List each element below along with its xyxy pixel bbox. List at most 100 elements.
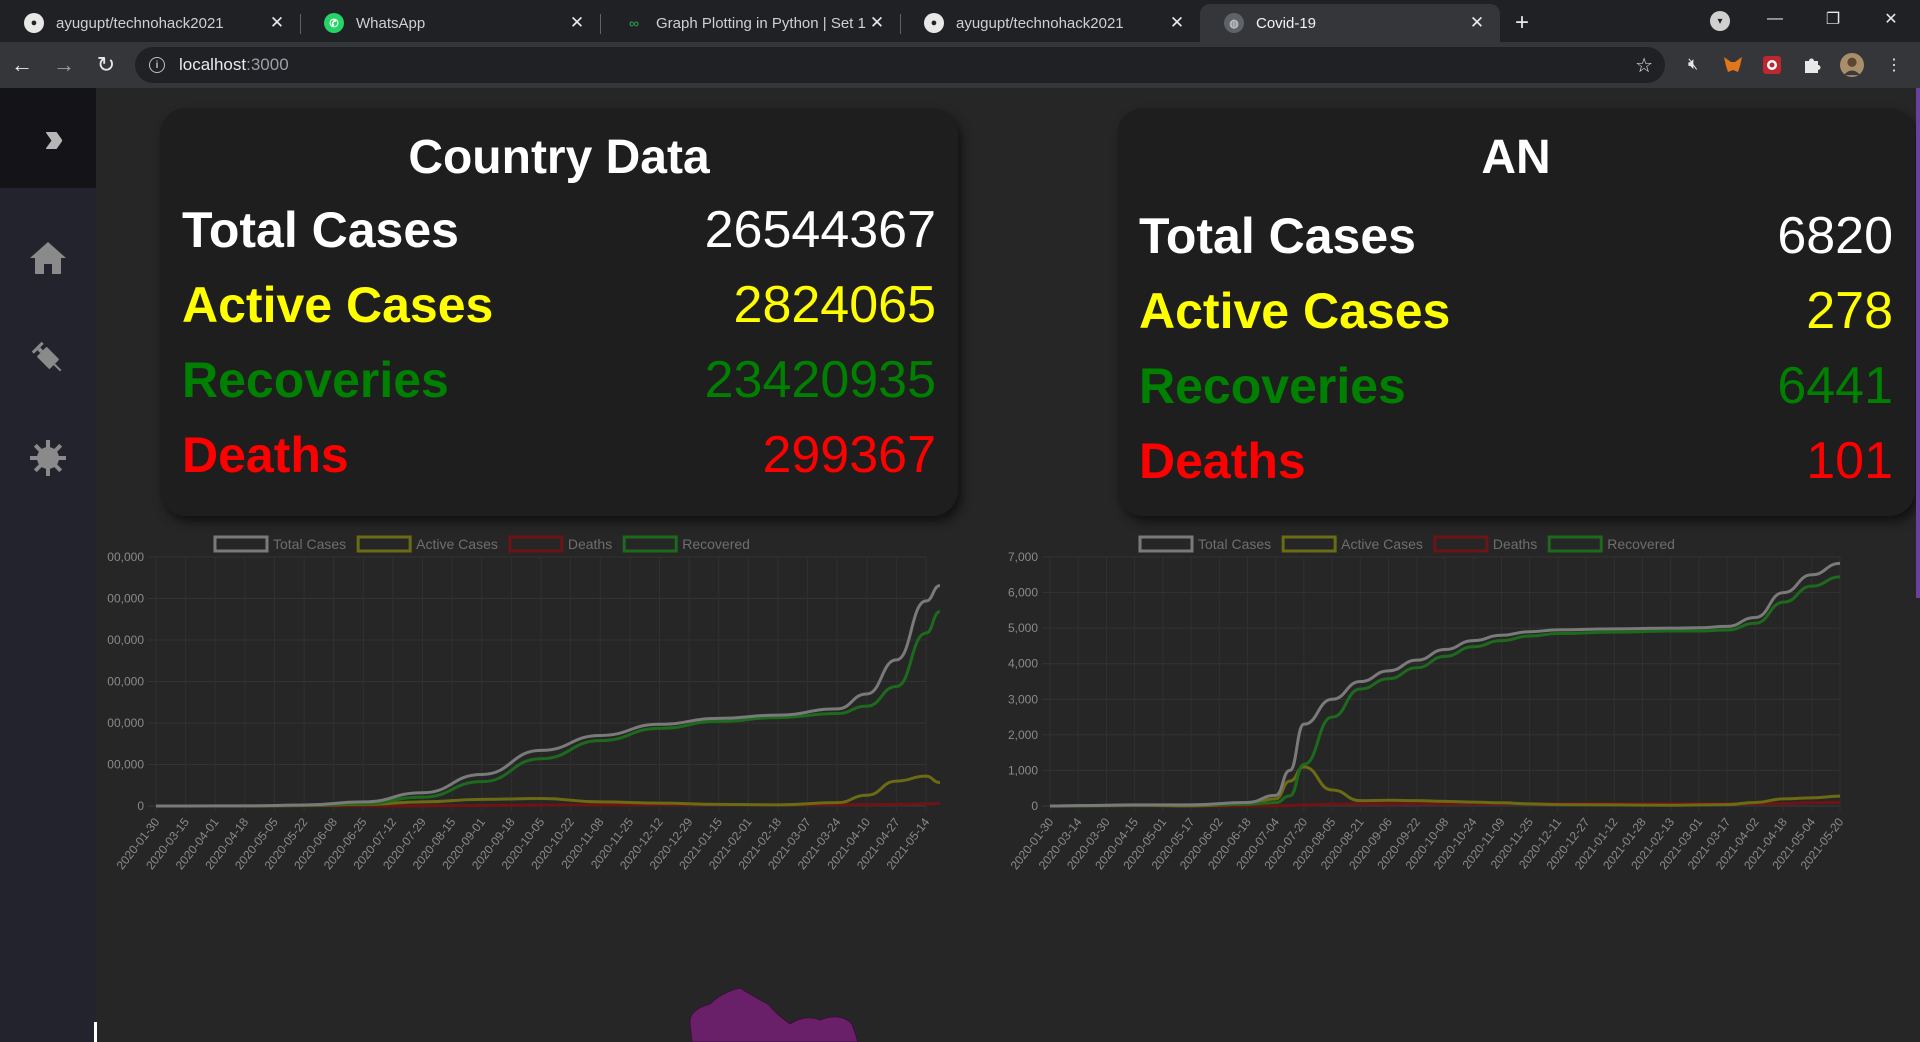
- legend-swatch[interactable]: [1433, 535, 1489, 553]
- deaths-row: Deaths 101: [1139, 430, 1893, 492]
- github-icon: ●: [924, 13, 944, 33]
- metamask-icon[interactable]: [1721, 53, 1745, 77]
- legend-label[interactable]: Recovered: [1607, 536, 1675, 552]
- legend-swatch[interactable]: [356, 535, 412, 553]
- legend-swatch[interactable]: [1547, 535, 1603, 553]
- y-tick-label: 00,000: [107, 633, 144, 647]
- legend-swatch[interactable]: [1281, 535, 1337, 553]
- y-tick-label: 6,000: [1008, 586, 1038, 600]
- y-tick-label: 00,000: [107, 716, 144, 730]
- browser-tab-active[interactable]: ◍ Covid-19 ✕: [1200, 4, 1500, 42]
- page: ››› Country Data Total Cases 26544367 Ac…: [0, 88, 1920, 1042]
- reload-icon[interactable]: ↻: [86, 45, 126, 85]
- browser-tab[interactable]: ∞ Graph Plotting in Python | Set 1 - ✕: [600, 4, 900, 42]
- browser-tab[interactable]: ✆ WhatsApp ✕: [300, 4, 600, 42]
- forward-icon[interactable]: →: [44, 45, 84, 85]
- tab-strip: ● ayugupt/technohack2021 ✕ ✆ WhatsApp ✕ …: [0, 0, 1920, 42]
- info-icon[interactable]: i: [149, 57, 165, 73]
- geeksforgeeks-icon: ∞: [629, 15, 639, 31]
- deaths-value: 299367: [762, 426, 936, 484]
- active-cases-label: Active Cases: [182, 277, 494, 333]
- legend-label[interactable]: Total Cases: [273, 536, 346, 552]
- side-navigation: ›››: [0, 88, 96, 1042]
- y-tick-label: 7,000: [1008, 550, 1038, 564]
- y-tick-label: 2,000: [1008, 728, 1038, 742]
- text-cursor-marker: [94, 1022, 97, 1042]
- y-tick-label: 00,000: [107, 550, 144, 564]
- legend-swatch[interactable]: [508, 535, 564, 553]
- total-cases-label: Total Cases: [182, 202, 459, 258]
- avatar[interactable]: [1840, 53, 1864, 77]
- legend-label[interactable]: Total Cases: [1198, 536, 1271, 552]
- browser-tab[interactable]: ● ayugupt/technohack2021 ✕: [900, 4, 1200, 42]
- syringe-icon[interactable]: [24, 334, 72, 382]
- y-tick-label: 00,000: [107, 675, 144, 689]
- back-icon[interactable]: ←: [2, 45, 42, 85]
- legend-label[interactable]: Deaths: [568, 536, 612, 552]
- y-tick-label: 0: [137, 799, 144, 813]
- recoveries-value: 23420935: [704, 351, 936, 409]
- tab-title: WhatsApp: [356, 14, 426, 32]
- home-icon[interactable]: [24, 234, 72, 282]
- total-cases-row: Total Cases 26544367: [182, 199, 936, 261]
- legend-label[interactable]: Active Cases: [416, 536, 498, 552]
- country-line-chart[interactable]: 000,00000,00000,00000,00000,00000,000202…: [96, 528, 960, 1042]
- y-tick-label: 4,000: [1008, 657, 1038, 671]
- legend-label[interactable]: Recovered: [682, 536, 750, 552]
- minimize-icon[interactable]: —: [1746, 0, 1804, 38]
- close-icon[interactable]: ✕: [566, 13, 588, 33]
- deaths-value: 101: [1806, 432, 1893, 490]
- legend-label[interactable]: Active Cases: [1341, 536, 1423, 552]
- window-close-icon[interactable]: ✕: [1862, 0, 1920, 38]
- browser-tab[interactable]: ● ayugupt/technohack2021 ✕: [0, 4, 300, 42]
- double-chevron-right-icon[interactable]: ›››: [0, 88, 96, 188]
- recoveries-row: Recoveries 6441: [1139, 355, 1893, 417]
- state-map-shape[interactable]: [680, 984, 900, 1042]
- tab-title: ayugupt/technohack2021: [956, 14, 1124, 32]
- browser-toolbar: ← → ↻ i localhost:3000 ☆ 🔇︎ ⋮: [0, 42, 1920, 88]
- tab-title: Graph Plotting in Python | Set 1 -: [656, 14, 866, 32]
- y-tick-label: 0: [1031, 799, 1038, 813]
- globe-icon: ◍: [1224, 13, 1244, 33]
- deaths-row: Deaths 299367: [182, 424, 936, 486]
- puzzle-icon[interactable]: [1800, 53, 1824, 77]
- close-icon[interactable]: ✕: [1466, 13, 1488, 33]
- recoveries-label: Recoveries: [182, 352, 449, 408]
- active-cases-value: 2824065: [733, 276, 936, 334]
- legend-swatch[interactable]: [1138, 535, 1194, 553]
- recoveries-row: Recoveries 23420935: [182, 349, 936, 411]
- total-cases-label: Total Cases: [1139, 208, 1416, 264]
- url-text: localhost:3000: [179, 55, 289, 74]
- state-line-chart[interactable]: 01,0002,0003,0004,0005,0006,0007,0002020…: [990, 528, 1854, 1042]
- close-icon[interactable]: ✕: [866, 13, 888, 33]
- close-icon[interactable]: ✕: [1166, 13, 1188, 33]
- total-cases-row: Total Cases 6820: [1139, 205, 1893, 267]
- new-tab-button[interactable]: +: [1500, 4, 1544, 42]
- menu-kebab-icon[interactable]: ⋮: [1882, 53, 1906, 77]
- recoveries-value: 6441: [1777, 357, 1893, 415]
- extension-icon[interactable]: [1760, 53, 1784, 77]
- legend-label[interactable]: Deaths: [1493, 536, 1537, 552]
- bookmark-star-icon[interactable]: ☆: [1635, 53, 1653, 78]
- tab-title: ayugupt/technohack2021: [56, 14, 224, 32]
- virus-gear-icon[interactable]: [24, 434, 72, 482]
- legend-swatch[interactable]: [213, 535, 269, 553]
- scroll-accent-bar: [1916, 88, 1920, 598]
- active-cases-row: Active Cases 2824065: [182, 274, 936, 336]
- series-line-active-cases: [155, 774, 941, 808]
- mute-icon[interactable]: 🔇︎: [1681, 53, 1705, 77]
- total-cases-value: 26544367: [704, 201, 936, 259]
- deaths-label: Deaths: [182, 427, 349, 483]
- restore-icon[interactable]: ❐: [1804, 0, 1862, 38]
- state-data-card: AN Total Cases 6820 Active Cases 278 Rec…: [1117, 108, 1915, 516]
- y-tick-label: 00,000: [107, 592, 144, 606]
- active-cases-row: Active Cases 278: [1139, 280, 1893, 342]
- address-bar[interactable]: i localhost:3000 ☆: [135, 47, 1665, 83]
- window-controls: — ❐ ✕: [1746, 0, 1920, 42]
- active-cases-label: Active Cases: [1139, 283, 1451, 339]
- recoveries-label: Recoveries: [1139, 358, 1406, 414]
- legend-swatch[interactable]: [622, 535, 678, 553]
- github-icon: ●: [24, 13, 44, 33]
- close-icon[interactable]: ✕: [266, 13, 288, 33]
- tab-search-icon[interactable]: ▾: [1710, 11, 1730, 31]
